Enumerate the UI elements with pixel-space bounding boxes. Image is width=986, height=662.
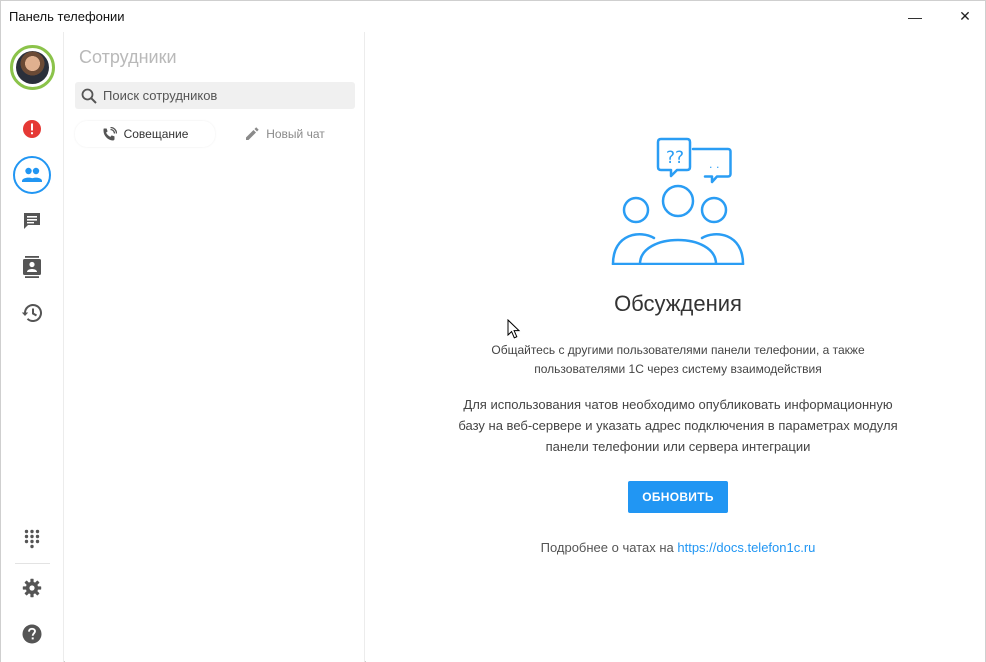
description: Общайтесь с другими пользователями панел…: [456, 341, 900, 379]
close-icon: ✕: [959, 8, 971, 24]
nav-dialpad[interactable]: [13, 520, 51, 558]
svg-text:. .: . .: [709, 158, 720, 171]
minimize-button[interactable]: —: [892, 1, 938, 32]
search-input[interactable]: Поиск сотрудников: [75, 82, 355, 109]
nav-contacts[interactable]: [13, 248, 51, 286]
description-line: пользователями 1С через систему взаимоде…: [534, 362, 822, 376]
more-info: Подробнее о чатах на https://docs.telefo…: [366, 540, 986, 555]
page-heading: Обсуждения: [614, 291, 742, 316]
close-button[interactable]: ✕: [942, 1, 986, 32]
history-icon: [21, 304, 42, 322]
dialpad-icon: [24, 529, 40, 549]
main-content: ?? . . Обсуждения Общайтесь с другими по…: [366, 32, 985, 662]
help-icon: [22, 624, 42, 644]
new-chat-button[interactable]: Новый чат: [215, 121, 355, 147]
new-chat-label: Новый чат: [266, 127, 325, 141]
info-line: Для использования чатов необходимо опубл…: [463, 397, 893, 412]
window-title: Панель телефонии: [9, 9, 125, 24]
mouse-cursor-icon: [507, 319, 521, 339]
left-nav-rail: [1, 32, 64, 662]
rail-divider: [15, 563, 50, 564]
gear-icon: [22, 578, 42, 598]
description-line: Общайтесь с другими пользователями панел…: [491, 343, 865, 357]
nav-history[interactable]: [13, 294, 51, 332]
svg-text:??: ??: [666, 148, 684, 168]
search-placeholder: Поиск сотрудников: [103, 88, 218, 103]
nav-employees[interactable]: [13, 156, 51, 194]
conference-button[interactable]: Совещание: [75, 121, 215, 147]
user-avatar-button[interactable]: [10, 45, 55, 90]
search-icon: [81, 88, 97, 104]
nav-chats[interactable]: [13, 202, 51, 240]
panel-title: Сотрудники: [79, 47, 177, 67]
nav-help[interactable]: [13, 615, 51, 653]
minimize-icon: —: [908, 8, 922, 25]
app-window: Панель телефонии — ✕ Сотрудники Поиск со…: [0, 0, 986, 662]
info-text: Для использования чатов необходимо опубл…: [436, 394, 920, 457]
alert-icon: [23, 120, 41, 138]
info-line: панели телефонии или сервера интеграции: [545, 439, 811, 454]
conference-label: Совещание: [123, 127, 189, 141]
nav-alert[interactable]: [13, 110, 51, 148]
panel-actions: Совещание Новый чат: [75, 121, 355, 147]
docs-link[interactable]: https://docs.telefon1c.ru: [677, 540, 815, 555]
people-icon: [22, 167, 42, 182]
phone-conference-icon: [103, 126, 117, 140]
discussion-illustration-icon: ?? . .: [611, 137, 745, 265]
more-info-text: Подробнее о чатах на: [540, 540, 674, 555]
refresh-button[interactable]: ОБНОВИТЬ: [628, 481, 728, 513]
contacts-icon: [23, 256, 41, 278]
employees-panel: Сотрудники Поиск сотрудников Совещание Н…: [65, 32, 365, 662]
pencil-icon: [246, 127, 259, 140]
info-line: базу на веб-сервере и указать адрес подк…: [458, 418, 898, 433]
title-bar: Панель телефонии — ✕: [1, 1, 985, 32]
avatar: [16, 51, 49, 84]
chat-icon: [24, 213, 40, 229]
nav-settings[interactable]: [13, 569, 51, 607]
